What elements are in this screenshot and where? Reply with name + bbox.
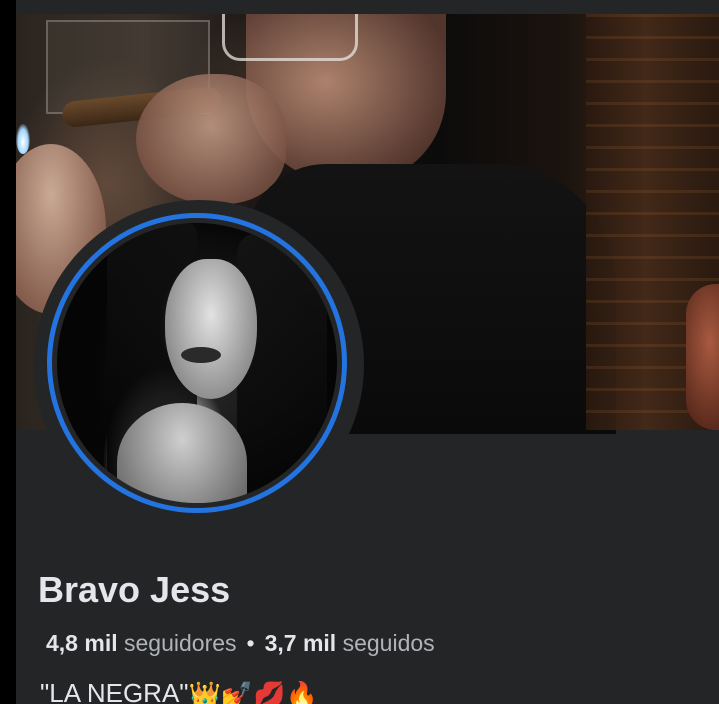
following-link[interactable]: 3,7 mil seguidos: [265, 630, 435, 656]
avatar-lips: [181, 347, 221, 363]
kiss-mark-emoji: 💋: [253, 680, 286, 704]
screen: Bravo Jess 4,8 mil seguidores • 3,7 mil se…: [0, 0, 719, 704]
bio-text: "LA NEGRA": [40, 678, 189, 704]
followers-link[interactable]: 4,8 mil seguidores: [46, 630, 237, 656]
follow-stats: 4,8 mil seguidores • 3,7 mil seguidos: [46, 628, 435, 658]
avatar-face: [165, 259, 257, 399]
followers-label: seguidores: [124, 630, 237, 656]
cover-glasses: [222, 14, 358, 61]
profile-picture: [57, 223, 337, 503]
following-label: seguidos: [342, 630, 435, 656]
avatar-hair-right: [237, 233, 327, 503]
cover-hand-right: [136, 74, 286, 204]
crown-emoji: 👑: [188, 680, 221, 704]
fire-emoji: 🔥: [285, 680, 319, 704]
bio: "LA NEGRA"👑💅💋🔥: [40, 676, 318, 704]
following-count: 3,7 mil: [264, 630, 337, 656]
profile-header: Bravo Jess 4,8 mil seguidores • 3,7 mil se…: [16, 14, 719, 704]
avatar[interactable]: [47, 213, 347, 513]
cover-sleeve: [686, 284, 719, 430]
profile-name: Bravo Jess: [38, 569, 231, 610]
top-bar-edge: [16, 0, 719, 14]
followers-count: 4,8 mil: [46, 630, 118, 656]
stats-separator: •: [246, 630, 255, 656]
nail-polish-emoji: 💅: [220, 680, 254, 704]
cover-lighter-flame: [16, 124, 30, 154]
